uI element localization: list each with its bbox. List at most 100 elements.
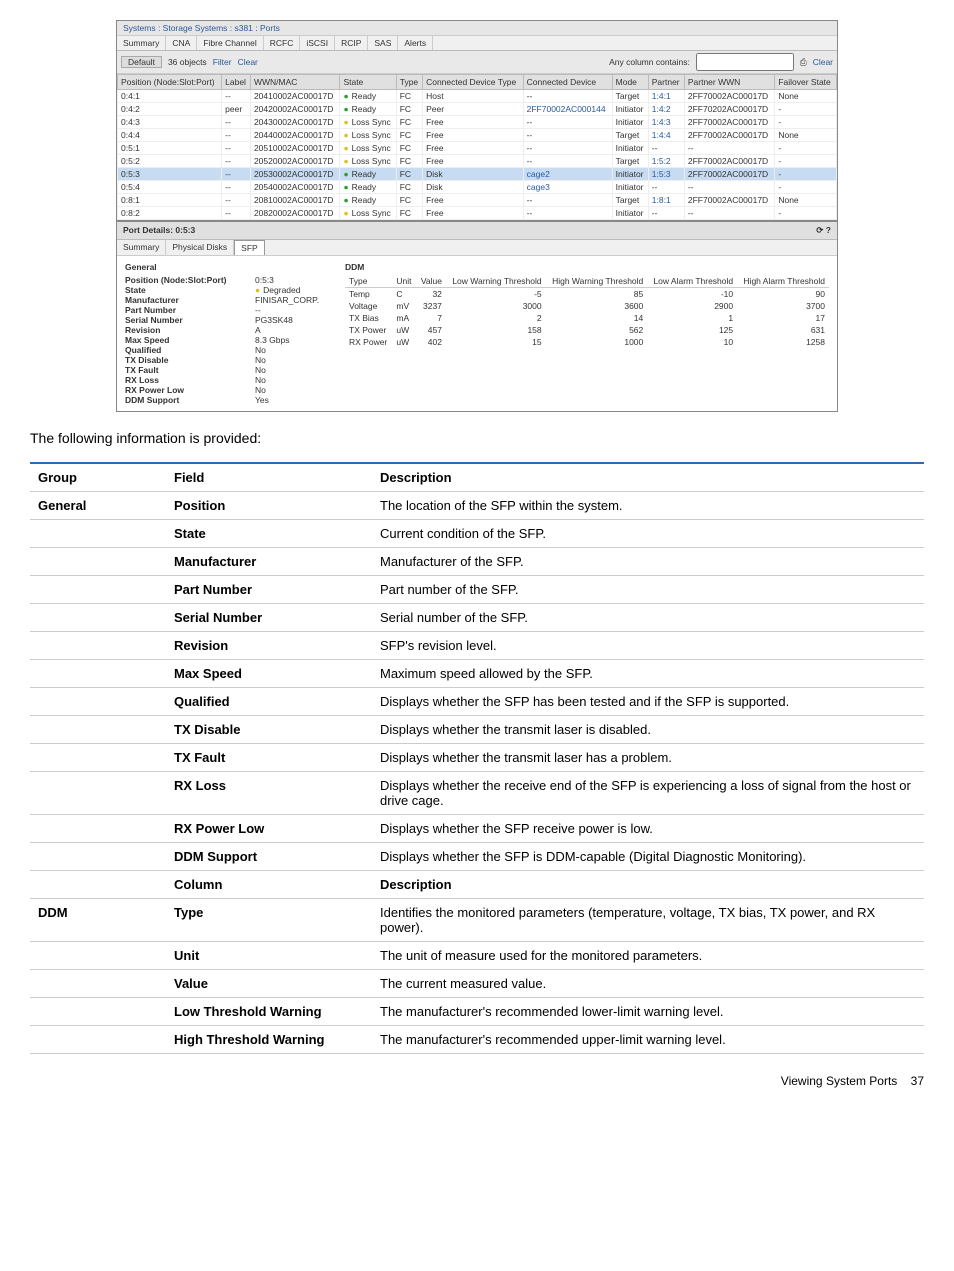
port-row[interactable]: 0:5:3--20530002AC00017DReadyFCDiskcage2I… [118,168,837,181]
port-col-header[interactable]: State [340,75,396,90]
info-head-field: Field [166,463,372,492]
info-group [30,716,166,744]
port-cell: FC [396,90,422,103]
info-group [30,998,166,1026]
port-cell: 20520002AC00017D [250,155,340,168]
port-col-header[interactable]: Connected Device [523,75,612,90]
general-value: No [255,375,266,385]
info-head-group: Group [30,463,166,492]
sub-tab-sfp[interactable]: SFP [234,240,265,255]
port-col-header[interactable]: Mode [612,75,648,90]
ddm-cell: 17 [737,312,829,324]
info-group [30,604,166,632]
info-row: Max SpeedMaximum speed allowed by the SF… [30,660,924,688]
port-col-header[interactable]: WWN/MAC [250,75,340,90]
port-cell: -- [523,129,612,142]
port-cell: 0:4:1 [118,90,222,103]
ddm-cell: -10 [647,288,737,301]
port-cell: -- [222,155,251,168]
ddm-cell: 2 [446,312,546,324]
tab-sas[interactable]: SAS [368,36,398,50]
port-row[interactable]: 0:4:1--20410002AC00017DReadyFCHost--Targ… [118,90,837,103]
port-row[interactable]: 0:5:4--20540002AC00017DReadyFCDiskcage3I… [118,181,837,194]
info-row: Serial NumberSerial number of the SFP. [30,604,924,632]
info-group [30,548,166,576]
port-col-header[interactable]: Label [222,75,251,90]
ddm-cell: 90 [737,288,829,301]
general-value: -- [255,305,261,315]
help-icon[interactable]: ? [826,225,831,235]
info-desc: The location of the SFP within the syste… [372,492,924,520]
info-group [30,688,166,716]
port-row[interactable]: 0:4:4--20440002AC00017DLoss SyncFCFree--… [118,129,837,142]
tab-cna[interactable]: CNA [166,36,197,50]
port-row[interactable]: 0:8:1--20810002AC00017DReadyFCFree--Targ… [118,194,837,207]
general-key: RX Power Low [125,385,255,395]
info-row: Part NumberPart number of the SFP. [30,576,924,604]
port-cell: 1:5:3 [648,168,684,181]
clear-button[interactable]: Clear [813,57,833,67]
search-input[interactable] [696,53,794,71]
info-desc: The current measured value. [372,970,924,998]
tab-iscsi[interactable]: iSCSI [300,36,335,50]
tab-rcip[interactable]: RCIP [335,36,368,50]
ddm-cell: TX Power [345,324,392,336]
tab-fibre-channel[interactable]: Fibre Channel [197,36,263,50]
info-group [30,970,166,998]
app-window: Systems : Storage Systems : s381 : Ports… [116,20,838,412]
port-row[interactable]: 0:4:3--20430002AC00017DLoss SyncFCFree--… [118,116,837,129]
port-cell: Ready [340,181,396,194]
port-row[interactable]: 0:8:2--20820002AC00017DLoss SyncFCFree--… [118,207,837,220]
tab-alerts[interactable]: Alerts [398,36,433,50]
info-desc: The manufacturer's recommended upper-lim… [372,1026,924,1054]
filter-link[interactable]: Filter [213,57,232,67]
ports-table: Position (Node:Slot:Port)LabelWWN/MACSta… [117,74,837,220]
tab-summary[interactable]: Summary [117,36,166,50]
port-row[interactable]: 0:4:2peer20420002AC00017DReadyFCPeer2FF7… [118,103,837,116]
ddm-cell: 402 [416,336,446,348]
ddm-cell: 457 [416,324,446,336]
ddm-col-header: Low Alarm Threshold [647,275,737,288]
refresh-icon[interactable]: ⟳ [816,225,823,235]
port-col-header[interactable]: Type [396,75,422,90]
ddm-row: TX BiasmA7214117 [345,312,829,324]
port-detail-title: Port Details: 0:5:3 [123,225,195,236]
info-group [30,942,166,970]
general-key: Part Number [125,305,255,315]
general-key: Position (Node:Slot:Port) [125,275,255,285]
view-dropdown[interactable]: Default [121,56,162,68]
info-group [30,815,166,843]
general-key: Manufacturer [125,295,255,305]
port-cell: -- [523,155,612,168]
port-cell: - [775,207,837,220]
sub-tab-summary[interactable]: Summary [117,240,166,255]
port-row[interactable]: 0:5:2--20520002AC00017DLoss SyncFCFree--… [118,155,837,168]
port-col-header[interactable]: Failover State [775,75,837,90]
port-cell: -- [222,181,251,194]
port-row[interactable]: 0:5:1--20510002AC00017DLoss SyncFCFree--… [118,142,837,155]
port-cell: 1:4:3 [648,116,684,129]
clear-filter-link[interactable]: Clear [238,57,258,67]
port-cell: -- [222,116,251,129]
tab-rcfc[interactable]: RCFC [264,36,301,50]
port-cell: 0:5:4 [118,181,222,194]
port-cell: -- [222,129,251,142]
sub-tab-physical-disks[interactable]: Physical Disks [166,240,234,255]
export-icon[interactable]: ⎙ [800,57,807,68]
info-row: ManufacturerManufacturer of the SFP. [30,548,924,576]
info-field: DDM Support [166,843,372,871]
general-value: 8.3 Gbps [255,335,290,345]
ddm-heading: DDM [345,262,829,272]
intro-text: The following information is provided: [30,430,924,446]
info-group [30,576,166,604]
port-col-header[interactable]: Connected Device Type [423,75,524,90]
info-field: Max Speed [166,660,372,688]
port-col-header[interactable]: Partner WWN [684,75,774,90]
ddm-col-header: High Alarm Threshold [737,275,829,288]
info-row: QualifiedDisplays whether the SFP has be… [30,688,924,716]
info-group [30,843,166,871]
general-key: RX Loss [125,375,255,385]
port-col-header[interactable]: Partner [648,75,684,90]
port-col-header[interactable]: Position (Node:Slot:Port) [118,75,222,90]
port-cell: 2FF70002AC000144 [523,103,612,116]
